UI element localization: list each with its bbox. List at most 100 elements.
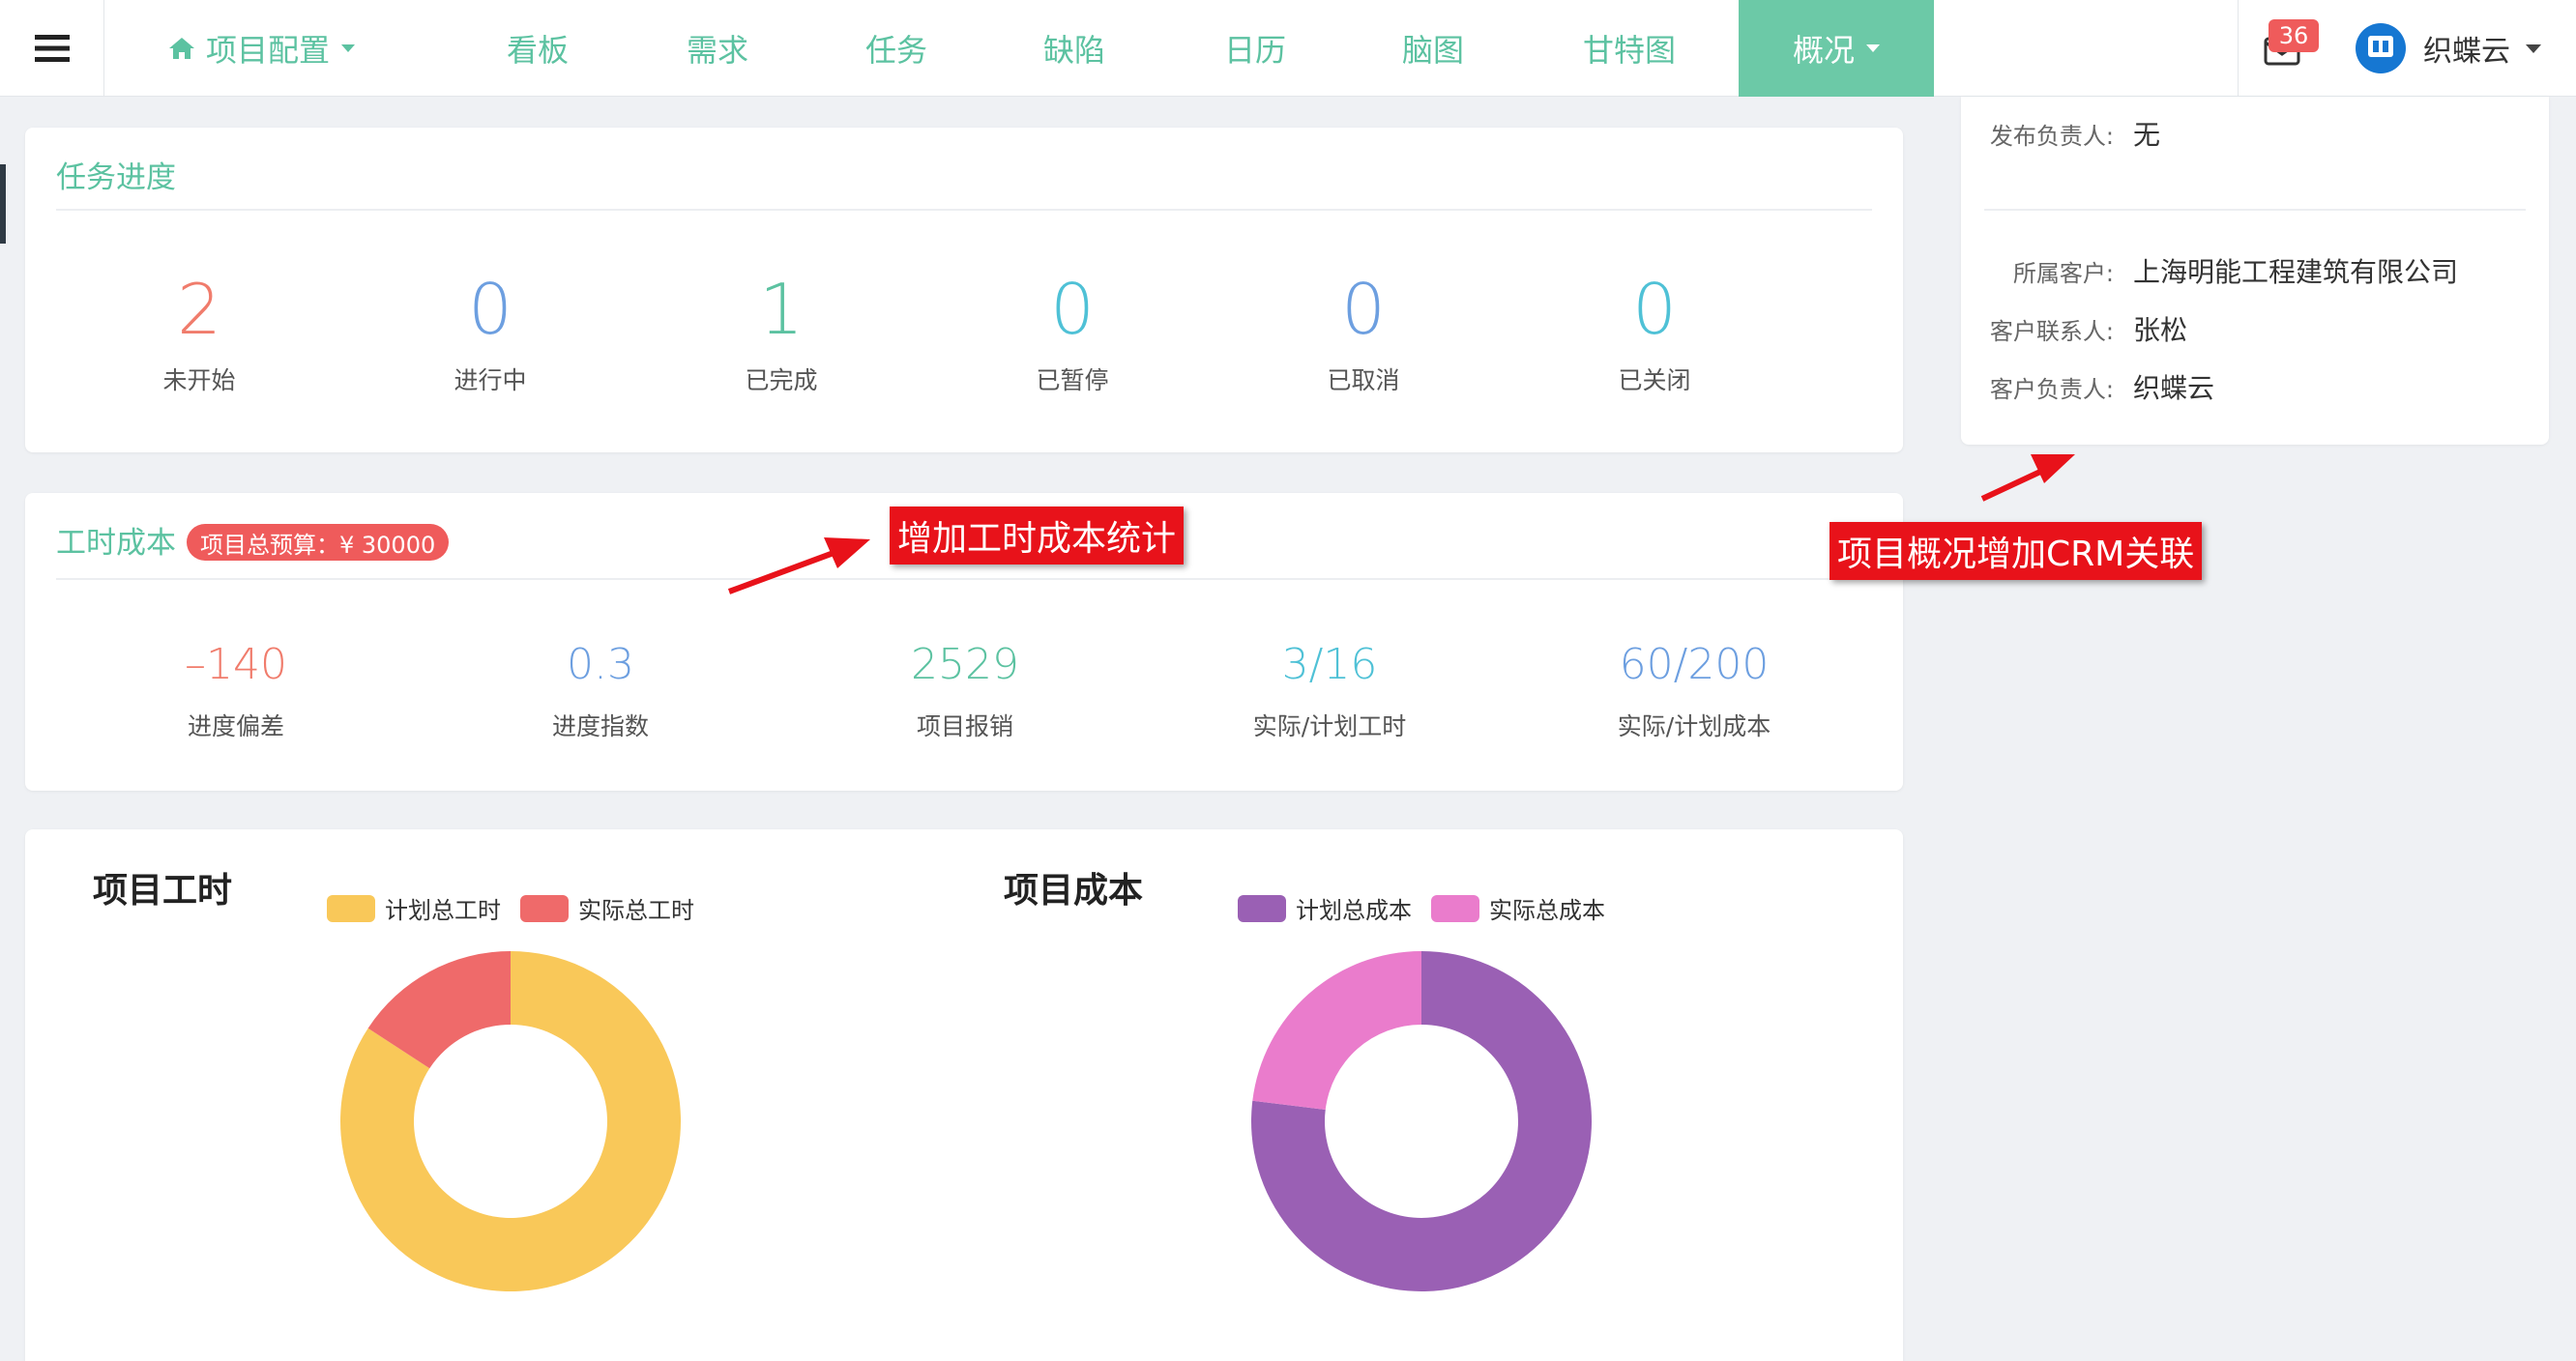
stat-value: 60/200 (1619, 640, 1770, 689)
stat-value: 0 (1341, 269, 1386, 350)
nav-overview[interactable]: 概况 (1739, 0, 1934, 97)
project-info-panel: 发布负责人: 无 所属客户: 上海明能工程建筑有限公司 客户联系人: 张松 客户… (1961, 97, 2549, 445)
stat-hours: 3/16 实际/计划工时 (1185, 644, 1475, 742)
nav-tasks[interactable]: 任务 (848, 0, 945, 97)
stat-value: 0 (468, 269, 512, 350)
nav-requirements[interactable]: 需求 (669, 0, 766, 97)
nav-kanban[interactable]: 看板 (489, 0, 586, 97)
legend-swatch (520, 894, 569, 922)
panel-title: 任务进度 (56, 160, 176, 195)
stat-label: 进度指数 (551, 712, 649, 740)
customer-owner-label: 客户负责人: (1989, 375, 2114, 403)
stat-label: 实际/计划成本 (1617, 712, 1771, 740)
contact-label: 客户联系人: (1989, 317, 2114, 345)
stat-not-started: 2 未开始 (83, 275, 315, 396)
nav-project-config-label: 项目配置 (205, 32, 330, 69)
legend-swatch (1238, 894, 1286, 922)
nav-mindmap[interactable]: 脑图 (1385, 0, 1481, 97)
legend-label: 计划总成本 (1296, 897, 1412, 924)
legend-swatch (327, 894, 375, 922)
stat-label: 进度偏差 (187, 712, 284, 740)
chevron-down-icon (1866, 44, 1880, 52)
contact-value: 张松 (2133, 314, 2188, 346)
sidebar-edge (0, 164, 6, 244)
nav-mindmap-label: 脑图 (1401, 32, 1464, 69)
legend-swatch (1431, 894, 1479, 922)
annotation-crm: 项目概况增加CRM关联 (1830, 522, 2203, 580)
nav-gantt[interactable]: 甘特图 (1562, 0, 1697, 97)
release-owner-value: 无 (2133, 119, 2161, 151)
logo-icon (2368, 36, 2393, 57)
stat-label: 项目报销 (916, 712, 1013, 740)
top-navbar: 项目配置 看板 需求 任务 缺陷 日历 脑图 甘特图 概况 36 织蝶云 (0, 0, 2576, 97)
stat-paused: 0 已暂停 (956, 275, 1188, 396)
stat-value: 3/16 (1281, 640, 1378, 689)
stat-value: 2 (177, 269, 221, 350)
stat-label: 未开始 (162, 366, 236, 394)
avatar[interactable] (2356, 23, 2406, 73)
stat-label: 已暂停 (1036, 366, 1109, 394)
nav-defects[interactable]: 缺陷 (1026, 0, 1123, 97)
hamburger-icon (34, 35, 70, 62)
legend-actual-cost[interactable]: 实际总成本 (1431, 891, 1605, 925)
stat-schedule-index: 0.3 进度指数 (455, 644, 746, 742)
release-owner-row: 发布负责人: 无 (1961, 114, 2160, 153)
stat-label: 已完成 (745, 366, 818, 394)
mail-count-badge: 36 (2269, 19, 2319, 52)
stat-cancelled: 0 已取消 (1247, 275, 1479, 396)
home-icon (168, 38, 194, 59)
customer-row: 所属客户: 上海明能工程建筑有限公司 (1961, 251, 2458, 290)
budget-badge: 项目总预算：¥ 30000 (187, 524, 450, 561)
donut-chart-cost (1251, 951, 1592, 1291)
chevron-down-icon (341, 44, 355, 52)
nav-defects-label: 缺陷 (1042, 32, 1105, 69)
nav-calendar-label: 日历 (1223, 32, 1286, 69)
release-owner-label: 发布负责人: (1989, 122, 2114, 150)
stat-label: 已关闭 (1618, 366, 1691, 394)
stat-value: –140 (185, 640, 287, 689)
nav-kanban-label: 看板 (506, 32, 569, 69)
stat-value: 0 (1050, 269, 1095, 350)
contact-row: 客户联系人: 张松 (1961, 309, 2187, 348)
task-progress-panel: 任务进度 2 未开始 0 进行中 1 已完成 0 已暂停 0 已取消 0 已关闭 (25, 128, 1903, 452)
stat-label: 实际/计划工时 (1252, 712, 1407, 740)
divider (56, 578, 1872, 580)
menu-toggle-button[interactable] (0, 0, 104, 97)
customer-label: 所属客户: (2012, 259, 2114, 287)
nav-project-config[interactable]: 项目配置 (155, 0, 367, 97)
stat-value: 0.3 (567, 640, 634, 689)
stat-in-progress: 0 进行中 (374, 275, 606, 396)
stat-cost: 60/200 实际/计划成本 (1549, 644, 1839, 742)
chevron-down-icon[interactable] (2526, 44, 2541, 53)
donut-chart-hours (340, 951, 681, 1291)
username[interactable]: 织蝶云 (2423, 27, 2510, 70)
customer-value: 上海明能工程建筑有限公司 (2133, 256, 2459, 288)
stat-reimbursement: 2529 项目报销 (820, 644, 1110, 742)
slice-actual-cost[interactable] (1252, 951, 1421, 1110)
nav-tasks-label: 任务 (864, 32, 927, 69)
legend-planned-cost[interactable]: 计划总成本 (1238, 891, 1412, 925)
stat-completed: 1 已完成 (665, 275, 897, 396)
stat-schedule-variance: –140 进度偏差 (91, 644, 381, 742)
stat-closed: 0 已关闭 (1538, 275, 1771, 396)
customer-owner-value: 织蝶云 (2133, 372, 2215, 404)
legend-planned-hours[interactable]: 计划总工时 (327, 891, 501, 925)
stat-label: 已取消 (1327, 366, 1400, 394)
nav-requirements-label: 需求 (686, 32, 748, 69)
panel-title: 工时成本 (56, 526, 176, 561)
nav-gantt-label: 甘特图 (1582, 32, 1676, 69)
legend-label: 计划总工时 (385, 897, 501, 924)
chart-title-cost: 项目成本 (1004, 871, 1144, 911)
nav-calendar[interactable]: 日历 (1207, 0, 1303, 97)
divider (56, 209, 1872, 211)
legend-label: 实际总成本 (1489, 897, 1605, 924)
stat-value: 1 (759, 269, 804, 350)
chart-title-hours: 项目工时 (93, 871, 233, 911)
nav-separator (2238, 0, 2239, 97)
stat-value: 0 (1632, 269, 1677, 350)
legend-label: 实际总工时 (578, 897, 694, 924)
legend-actual-hours[interactable]: 实际总工时 (520, 891, 694, 925)
arrow-crm (1980, 454, 2075, 502)
nav-overview-label: 概况 (1792, 32, 1855, 69)
stat-value: 2529 (911, 640, 1019, 689)
